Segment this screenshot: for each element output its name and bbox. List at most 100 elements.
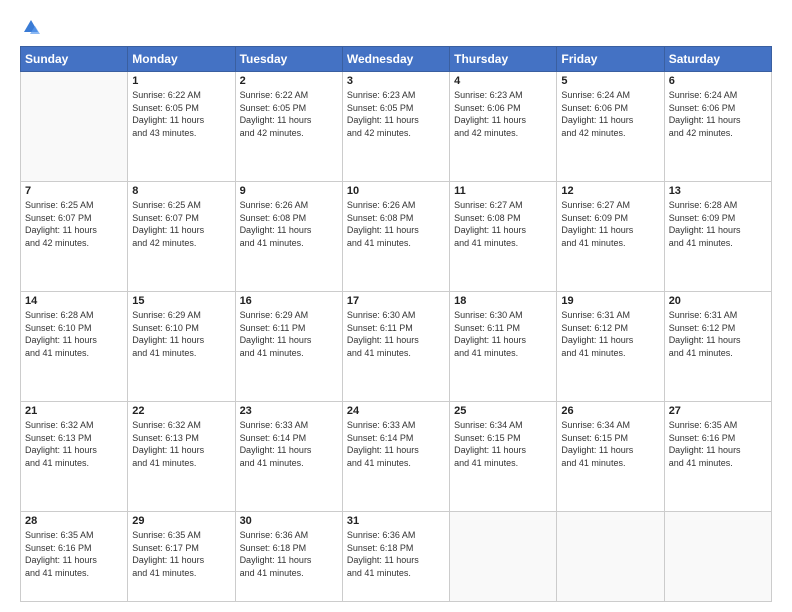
day-info: Sunrise: 6:24 AM Sunset: 6:06 PM Dayligh… bbox=[561, 89, 659, 139]
day-info: Sunrise: 6:35 AM Sunset: 6:17 PM Dayligh… bbox=[132, 529, 230, 579]
calendar-dow-sunday: Sunday bbox=[21, 47, 128, 72]
calendar-cell bbox=[664, 512, 771, 602]
day-info: Sunrise: 6:33 AM Sunset: 6:14 PM Dayligh… bbox=[347, 419, 445, 469]
day-info: Sunrise: 6:34 AM Sunset: 6:15 PM Dayligh… bbox=[561, 419, 659, 469]
calendar-cell bbox=[21, 72, 128, 182]
day-info: Sunrise: 6:24 AM Sunset: 6:06 PM Dayligh… bbox=[669, 89, 767, 139]
logo bbox=[20, 18, 40, 36]
calendar-cell: 3Sunrise: 6:23 AM Sunset: 6:05 PM Daylig… bbox=[342, 72, 449, 182]
calendar-cell: 27 Sunrise: 6:35 AM Sunset: 6:16 PM Dayli… bbox=[664, 402, 771, 512]
calendar-week-1: 1 Sunrise: 6:22 AM Sunset: 6:05 PM Daylig… bbox=[21, 72, 772, 182]
day-number: 23 bbox=[240, 405, 338, 417]
calendar-cell: 16 Sunrise: 6:29 AM Sunset: 6:11 PM Dayli… bbox=[235, 292, 342, 402]
calendar-table: SundayMondayTuesdayWednesdayThursdayFrid… bbox=[20, 46, 772, 602]
calendar-cell: 6 Sunrise: 6:24 AM Sunset: 6:06 PM Daylig… bbox=[664, 72, 771, 182]
day-number: 19 bbox=[561, 295, 659, 307]
day-info: Sunrise: 6:27 AM Sunset: 6:09 PM Dayligh… bbox=[561, 199, 659, 249]
calendar-cell: 19 Sunrise: 6:31 AM Sunset: 6:12 PM Dayli… bbox=[557, 292, 664, 402]
day-info: Sunrise: 6:30 AM Sunset: 6:11 PM Dayligh… bbox=[454, 309, 552, 359]
calendar-week-4: 21 Sunrise: 6:32 AM Sunset: 6:13 PM Dayli… bbox=[21, 402, 772, 512]
day-info: Sunrise: 6:29 AM Sunset: 6:11 PM Dayligh… bbox=[240, 309, 338, 359]
calendar-cell: 8 Sunrise: 6:25 AM Sunset: 6:07 PM Daylig… bbox=[128, 182, 235, 292]
calendar-cell: 21 Sunrise: 6:32 AM Sunset: 6:13 PM Dayli… bbox=[21, 402, 128, 512]
day-number: 5 bbox=[561, 75, 659, 87]
day-number: 9 bbox=[240, 185, 338, 197]
calendar-cell: 31 Sunrise: 6:36 AM Sunset: 6:18 PM Dayli… bbox=[342, 512, 449, 602]
day-number: 8 bbox=[132, 185, 230, 197]
day-number: 27 bbox=[669, 405, 767, 417]
day-number: 7 bbox=[25, 185, 123, 197]
day-number: 17 bbox=[347, 295, 445, 307]
calendar-cell: 20 Sunrise: 6:31 AM Sunset: 6:12 PM Dayli… bbox=[664, 292, 771, 402]
day-info: Sunrise: 6:32 AM Sunset: 6:13 PM Dayligh… bbox=[132, 419, 230, 469]
calendar-cell bbox=[557, 512, 664, 602]
calendar-cell: 9 Sunrise: 6:26 AM Sunset: 6:08 PM Daylig… bbox=[235, 182, 342, 292]
day-info: Sunrise: 6:26 AM Sunset: 6:08 PM Dayligh… bbox=[347, 199, 445, 249]
day-number: 20 bbox=[669, 295, 767, 307]
calendar-cell: 1 Sunrise: 6:22 AM Sunset: 6:05 PM Daylig… bbox=[128, 72, 235, 182]
calendar-cell: 13 Sunrise: 6:28 AM Sunset: 6:09 PM Dayli… bbox=[664, 182, 771, 292]
day-number: 31 bbox=[347, 515, 445, 527]
calendar-dow-thursday: Thursday bbox=[450, 47, 557, 72]
calendar-cell: 11 Sunrise: 6:27 AM Sunset: 6:08 PM Dayli… bbox=[450, 182, 557, 292]
calendar-dow-saturday: Saturday bbox=[664, 47, 771, 72]
day-info: Sunrise: 6:34 AM Sunset: 6:15 PM Dayligh… bbox=[454, 419, 552, 469]
day-info: Sunrise: 6:35 AM Sunset: 6:16 PM Dayligh… bbox=[669, 419, 767, 469]
day-info: Sunrise: 6:32 AM Sunset: 6:13 PM Dayligh… bbox=[25, 419, 123, 469]
day-info: Sunrise: 6:31 AM Sunset: 6:12 PM Dayligh… bbox=[561, 309, 659, 359]
calendar-cell: 25 Sunrise: 6:34 AM Sunset: 6:15 PM Dayli… bbox=[450, 402, 557, 512]
day-number: 3 bbox=[347, 75, 445, 87]
day-info: Sunrise: 6:28 AM Sunset: 6:09 PM Dayligh… bbox=[669, 199, 767, 249]
day-info: Sunrise: 6:25 AM Sunset: 6:07 PM Dayligh… bbox=[25, 199, 123, 249]
day-number: 12 bbox=[561, 185, 659, 197]
calendar-dow-monday: Monday bbox=[128, 47, 235, 72]
calendar-cell: 24Sunrise: 6:33 AM Sunset: 6:14 PM Dayli… bbox=[342, 402, 449, 512]
day-number: 25 bbox=[454, 405, 552, 417]
day-number: 16 bbox=[240, 295, 338, 307]
calendar-week-5: 28 Sunrise: 6:35 AM Sunset: 6:16 PM Dayli… bbox=[21, 512, 772, 602]
calendar-header-row: SundayMondayTuesdayWednesdayThursdayFrid… bbox=[21, 47, 772, 72]
day-number: 21 bbox=[25, 405, 123, 417]
day-number: 10 bbox=[347, 185, 445, 197]
day-info: Sunrise: 6:33 AM Sunset: 6:14 PM Dayligh… bbox=[240, 419, 338, 469]
day-info: Sunrise: 6:30 AM Sunset: 6:11 PM Dayligh… bbox=[347, 309, 445, 359]
calendar-cell bbox=[450, 512, 557, 602]
header bbox=[20, 18, 772, 36]
day-info: Sunrise: 6:25 AM Sunset: 6:07 PM Dayligh… bbox=[132, 199, 230, 249]
calendar-cell: 28 Sunrise: 6:35 AM Sunset: 6:16 PM Dayli… bbox=[21, 512, 128, 602]
calendar-cell: 22 Sunrise: 6:32 AM Sunset: 6:13 PM Dayli… bbox=[128, 402, 235, 512]
day-info: Sunrise: 6:22 AM Sunset: 6:05 PM Dayligh… bbox=[132, 89, 230, 139]
day-number: 13 bbox=[669, 185, 767, 197]
page: SundayMondayTuesdayWednesdayThursdayFrid… bbox=[0, 0, 792, 612]
day-number: 2 bbox=[240, 75, 338, 87]
day-info: Sunrise: 6:23 AM Sunset: 6:06 PM Dayligh… bbox=[454, 89, 552, 139]
day-number: 29 bbox=[132, 515, 230, 527]
day-info: Sunrise: 6:27 AM Sunset: 6:08 PM Dayligh… bbox=[454, 199, 552, 249]
logo-icon bbox=[22, 18, 40, 36]
day-number: 6 bbox=[669, 75, 767, 87]
calendar-cell: 14Sunrise: 6:28 AM Sunset: 6:10 PM Dayli… bbox=[21, 292, 128, 402]
calendar-cell: 15Sunrise: 6:29 AM Sunset: 6:10 PM Dayli… bbox=[128, 292, 235, 402]
day-number: 1 bbox=[132, 75, 230, 87]
calendar-cell: 4Sunrise: 6:23 AM Sunset: 6:06 PM Daylig… bbox=[450, 72, 557, 182]
day-number: 18 bbox=[454, 295, 552, 307]
day-info: Sunrise: 6:35 AM Sunset: 6:16 PM Dayligh… bbox=[25, 529, 123, 579]
calendar-week-2: 7 Sunrise: 6:25 AM Sunset: 6:07 PM Daylig… bbox=[21, 182, 772, 292]
calendar-dow-friday: Friday bbox=[557, 47, 664, 72]
day-info: Sunrise: 6:36 AM Sunset: 6:18 PM Dayligh… bbox=[347, 529, 445, 579]
calendar-cell: 18 Sunrise: 6:30 AM Sunset: 6:11 PM Dayli… bbox=[450, 292, 557, 402]
day-number: 28 bbox=[25, 515, 123, 527]
day-number: 22 bbox=[132, 405, 230, 417]
calendar-cell: 23 Sunrise: 6:33 AM Sunset: 6:14 PM Dayli… bbox=[235, 402, 342, 512]
day-info: Sunrise: 6:26 AM Sunset: 6:08 PM Dayligh… bbox=[240, 199, 338, 249]
day-info: Sunrise: 6:29 AM Sunset: 6:10 PM Dayligh… bbox=[132, 309, 230, 359]
day-number: 11 bbox=[454, 185, 552, 197]
calendar-cell: 29 Sunrise: 6:35 AM Sunset: 6:17 PM Dayli… bbox=[128, 512, 235, 602]
calendar-cell: 5 Sunrise: 6:24 AM Sunset: 6:06 PM Daylig… bbox=[557, 72, 664, 182]
day-number: 26 bbox=[561, 405, 659, 417]
day-info: Sunrise: 6:28 AM Sunset: 6:10 PM Dayligh… bbox=[25, 309, 123, 359]
day-info: Sunrise: 6:31 AM Sunset: 6:12 PM Dayligh… bbox=[669, 309, 767, 359]
day-number: 30 bbox=[240, 515, 338, 527]
day-info: Sunrise: 6:36 AM Sunset: 6:18 PM Dayligh… bbox=[240, 529, 338, 579]
calendar-cell: 30 Sunrise: 6:36 AM Sunset: 6:18 PM Dayli… bbox=[235, 512, 342, 602]
